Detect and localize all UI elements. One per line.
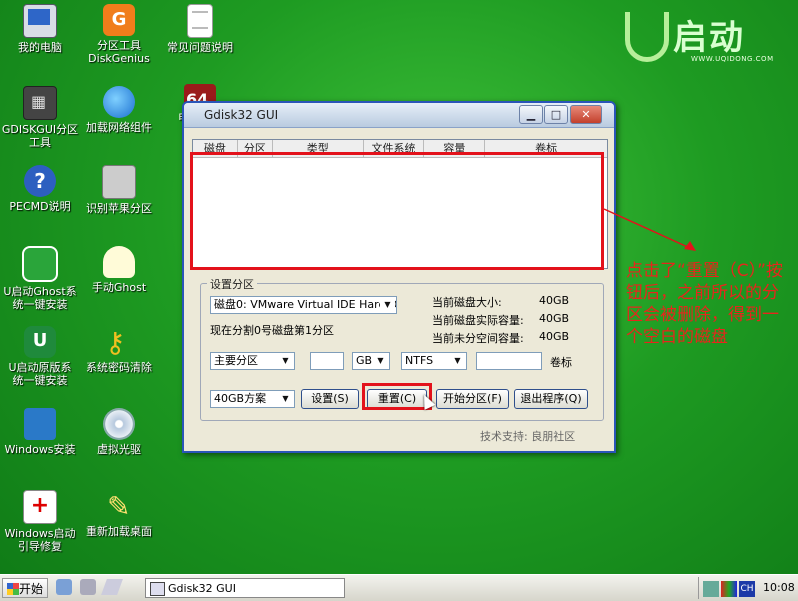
minimize-button[interactable]: ▁ [519, 105, 543, 124]
unit-value: GB [356, 354, 373, 367]
language-indicator[interactable]: CH [739, 581, 755, 597]
desktop-icon-original-install[interactable]: U启动原版系 统一键安装 [0, 326, 80, 387]
table-highlight-box [190, 152, 604, 270]
network-globe-icon [103, 86, 135, 118]
desktop-icon-label: 我的电脑 [18, 41, 62, 54]
disk-select[interactable]: 磁盘0: VMware Virtual IDE Hard Di ▼ [210, 296, 397, 314]
desktop-icon-label: 重新加载桌面 [86, 525, 152, 538]
desktop-icon-label: 虚拟光驱 [97, 443, 141, 456]
disk-size-label: 当前磁盘大小: [432, 296, 502, 309]
ghost-icon [103, 246, 135, 278]
window-titlebar[interactable]: Gdisk32 GUI ▁ □ ✕ [184, 103, 614, 128]
uqidong-icon [24, 326, 56, 358]
quicklaunch-printer-icon[interactable] [80, 579, 96, 595]
dropdown-arrow-icon: ▼ [373, 354, 388, 368]
desktop-icon-reload-desktop[interactable]: 重新加载桌面 [79, 490, 159, 538]
exit-button[interactable]: 退出程序(Q) [514, 389, 588, 409]
partition-type-select[interactable]: 主要分区 ▼ [210, 352, 295, 370]
logo-mark [625, 12, 669, 62]
partition-type-value: 主要分区 [214, 354, 258, 367]
window-title: Gdisk32 GUI [204, 108, 279, 122]
desktop-icon-faq[interactable]: 常见问题说明 [160, 4, 240, 54]
desktop-icon-label: 手动Ghost [91, 281, 147, 294]
scheme-select[interactable]: 40GB方案 ▼ [210, 390, 295, 408]
diskgenius-icon [103, 4, 135, 36]
system-tray: CH 10:08 [698, 577, 797, 599]
desktop-icon-label: 加载网络组件 [86, 121, 152, 134]
gdiskgui-icon [23, 86, 57, 120]
setup-button[interactable]: 设置(S) [301, 389, 359, 409]
desktop-icon-ghost-install[interactable]: U启动Ghost系 统一键安装 [0, 246, 80, 311]
desktop-icon-label: 识别苹果分区 [86, 202, 152, 215]
dropdown-arrow-icon: ▼ [450, 354, 465, 368]
network-tray-icon[interactable] [703, 581, 719, 597]
volume-label-caption: 卷标 [550, 356, 572, 369]
unallocated-value: 40GB [539, 330, 570, 343]
desktop-icon-label: 分区工具 DiskGenius [88, 39, 150, 65]
close-button[interactable]: ✕ [570, 105, 602, 124]
ghost-install-icon [22, 246, 58, 282]
start-button[interactable]: 开始 [2, 578, 48, 598]
annotation-arrow [603, 208, 696, 251]
computer-icon [23, 4, 57, 38]
desktop-icon-label: 系统密码清除 [86, 361, 152, 374]
maximize-button[interactable]: □ [544, 105, 568, 124]
annotation-text: 点击了“重置（C）”按钮后，之前所以的分区会被删除，得到一个空白的磁盘 [626, 261, 783, 347]
start-partition-button[interactable]: 开始分区(F) [436, 389, 509, 409]
unallocated-label: 当前未分空间容量: [432, 332, 524, 345]
desktop-icon-boot-repair[interactable]: Windows启动 引导修复 [0, 490, 80, 553]
desktop-icon-label: Windows启动 引导修复 [4, 527, 76, 553]
volume-label-input[interactable] [476, 352, 542, 370]
desktop-icon-pecmd[interactable]: PECMD说明 [0, 165, 80, 213]
desktop-icon-label: Windows安装 [4, 443, 76, 456]
quicklaunch-eraser-icon[interactable] [101, 579, 123, 595]
desktop-icon-manual-ghost[interactable]: 手动Ghost [79, 246, 159, 294]
first-aid-icon [23, 490, 57, 524]
filesystem-value: NTFS [405, 354, 434, 367]
windows-install-icon [24, 408, 56, 440]
desktop-icon-gdiskgui[interactable]: GDISKGUI分区 工具 [0, 86, 80, 149]
clock: 10:08 [763, 581, 795, 594]
quicklaunch-settings-icon[interactable] [56, 579, 72, 595]
taskbar: 开始 Gdisk32 GUI CH 10:08 [0, 574, 798, 601]
disk-size-value: 40GB [539, 294, 570, 307]
help-icon [24, 165, 56, 197]
uqidong-logo: 启动 WWW.UQIDONG.COM [625, 6, 793, 66]
logo-text: 启动 [673, 18, 745, 58]
scheme-value: 40GB方案 [214, 392, 267, 405]
current-status: 现在分割0号磁盘第1分区 [210, 324, 334, 337]
desktop-icon-network[interactable]: 加载网络组件 [79, 86, 159, 134]
filesystem-select[interactable]: NTFS ▼ [401, 352, 467, 370]
key-icon [103, 326, 135, 359]
display-tray-icon[interactable] [721, 581, 737, 597]
desktop-icon-my-computer[interactable]: 我的电脑 [0, 4, 80, 54]
desktop-icon-password-clear[interactable]: 系统密码清除 [79, 326, 159, 374]
actual-capacity-label: 当前磁盘实际容量: [432, 314, 524, 327]
actual-capacity-value: 40GB [539, 312, 570, 325]
mac-disk-icon [102, 165, 136, 199]
desktop-icon-label: U启动原版系 统一键安装 [8, 361, 72, 387]
disk-select-value: 磁盘0: VMware Virtual IDE Hard Di [214, 298, 397, 311]
desktop-icon-label: U启动Ghost系 统一键安装 [3, 285, 77, 311]
desktop-icon-diskgenius[interactable]: 分区工具 DiskGenius [79, 4, 159, 65]
desktop-icon-label: 常见问题说明 [167, 41, 233, 54]
desktop-icon-virtual-cdrom[interactable]: 虚拟光驱 [79, 408, 159, 456]
dropdown-arrow-icon: ▼ [278, 354, 293, 368]
dropdown-arrow-icon: ▼ [380, 298, 395, 312]
group-title: 设置分区 [207, 276, 257, 292]
desktop-icon-windows-install[interactable]: Windows安装 [0, 408, 80, 456]
document-icon [187, 4, 213, 38]
footer-support: 技术支持: 良朋社区 [480, 430, 576, 443]
logo-url: WWW.UQIDONG.COM [691, 55, 774, 63]
cdrom-icon [103, 408, 135, 440]
desktop-icon-label: GDISKGUI分区 工具 [1, 123, 79, 149]
taskbar-item-gdisk[interactable]: Gdisk32 GUI [145, 578, 345, 598]
size-input[interactable] [310, 352, 344, 370]
unit-select[interactable]: GB ▼ [352, 352, 390, 370]
desktop-icon-label: PECMD说明 [9, 200, 71, 213]
desktop-icon-mac-partition[interactable]: 识别苹果分区 [79, 165, 159, 215]
dropdown-arrow-icon: ▼ [278, 392, 293, 406]
reload-desktop-icon [103, 490, 135, 523]
